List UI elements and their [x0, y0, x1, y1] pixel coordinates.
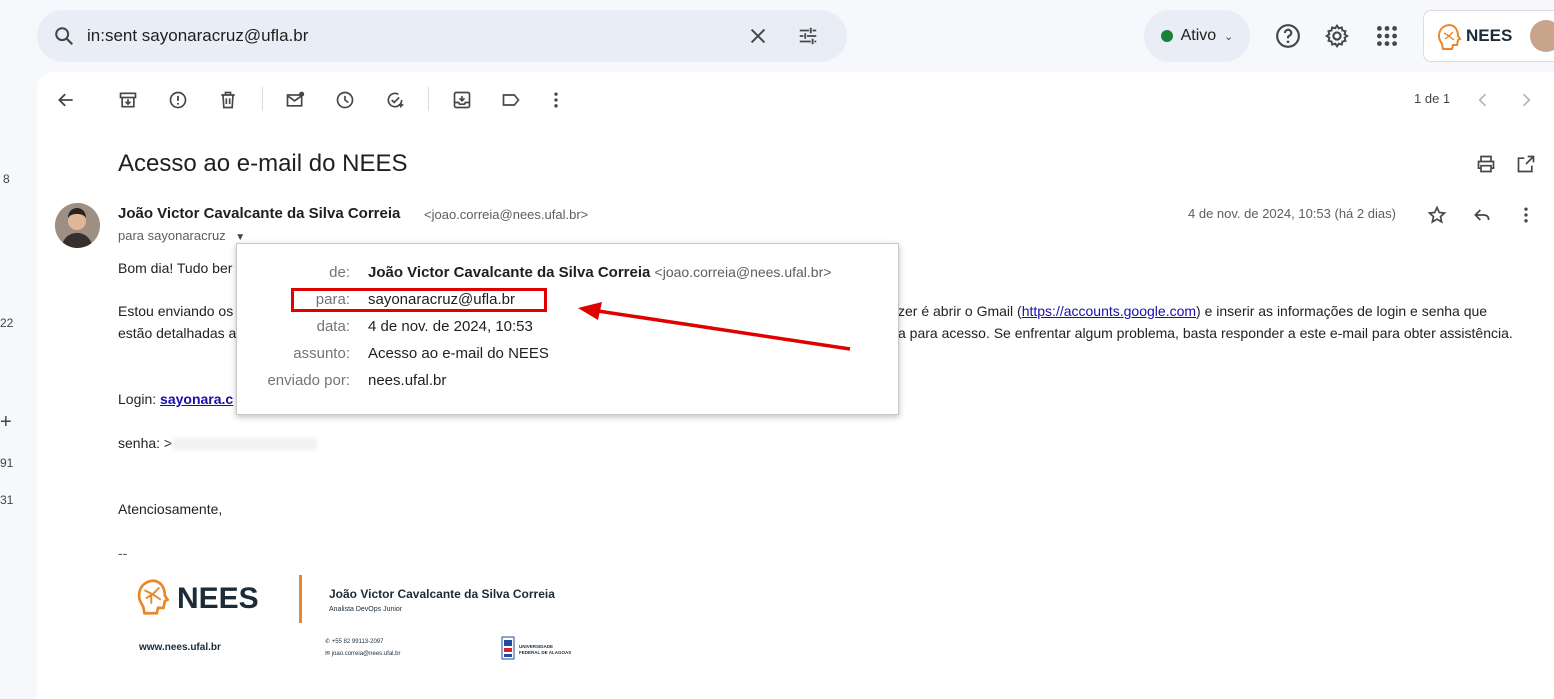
report-spam-icon[interactable] [168, 90, 188, 110]
from-value: João Victor Cavalcante da Silva Correia … [368, 264, 831, 281]
clear-search-icon[interactable] [747, 25, 769, 47]
person-photo-icon [55, 203, 100, 248]
nees-brain-logo-icon [137, 579, 170, 615]
login-email-link[interactable]: sayonara.c [160, 391, 233, 407]
body-text-segment: zer é abrir o Gmail ( [898, 303, 1022, 319]
signature-separator: -- [118, 545, 128, 561]
password-redacted [172, 438, 318, 451]
message-more-vert-icon[interactable] [1516, 205, 1536, 225]
mark-unread-icon[interactable] [285, 90, 305, 110]
from-label: de: [329, 264, 350, 281]
older-chevron-right-icon[interactable] [1516, 90, 1536, 110]
back-arrow-icon[interactable] [56, 90, 76, 110]
status-dropdown[interactable]: Ativo ⌄ [1144, 10, 1250, 62]
left-rail-count: 31 [0, 493, 14, 507]
google-accounts-link[interactable]: https://accounts.google.com [1022, 303, 1196, 319]
signature-name: João Victor Cavalcante da Silva Correia [329, 587, 555, 601]
sent-by-label: enviado por: [267, 372, 350, 389]
ufal-crest-icon [501, 636, 515, 660]
nees-logo-icon [1437, 24, 1462, 50]
more-vert-icon[interactable] [546, 90, 566, 110]
login-label: Login: [118, 391, 161, 407]
print-icon[interactable] [1476, 154, 1496, 174]
body-paragraph-line1-end: zer é abrir o Gmail (https://accounts.go… [898, 303, 1487, 319]
annotation-highlight-box [291, 288, 547, 312]
signature-role: Analista DevOps Junior [329, 606, 403, 613]
status-dot-icon [1160, 30, 1173, 42]
archive-icon[interactable] [118, 90, 138, 110]
left-rail-count: 8 [3, 172, 10, 186]
avatar[interactable] [1530, 20, 1554, 52]
sent-by-value: nees.ufal.br [368, 372, 447, 389]
status-label: Ativo [1180, 27, 1217, 44]
add-to-tasks-icon[interactable] [385, 90, 405, 110]
search-options-icon[interactable] [797, 25, 819, 47]
ufal-name: UNIVERSIDADE FEDERAL DE ALAGOAS [519, 644, 571, 656]
signature-website: www.nees.ufal.br [139, 642, 221, 653]
from-name: João Victor Cavalcante da Silva Correia [368, 264, 651, 281]
email-date: 4 de nov. de 2024, 10:53 (há 2 dias) [1188, 206, 1396, 221]
move-to-icon[interactable] [452, 90, 472, 110]
plus-icon[interactable]: + [0, 411, 12, 434]
label-tag-icon[interactable] [501, 90, 521, 110]
email-subject: Acesso ao e-mail do NEES [118, 150, 408, 177]
signature-phone: ✆ +55 82 99113-2097 [325, 639, 384, 645]
pagination-text: 1 de 1 [1414, 91, 1451, 106]
date-label: data: [316, 318, 350, 335]
subject-value: Acesso ao e-mail do NEES [368, 345, 549, 362]
login-line: Login: sayonara.c [118, 391, 233, 407]
signature-email: ✉ joao.correia@nees.ufal.br [325, 651, 401, 657]
star-icon[interactable] [1427, 205, 1447, 225]
newer-chevron-left-icon[interactable] [1473, 90, 1493, 110]
settings-gear-icon[interactable] [1324, 23, 1350, 49]
body-closing: Atenciosamente, [118, 501, 223, 517]
show-details-dropdown-icon[interactable]: ▼ [235, 232, 245, 243]
search-bar[interactable]: in:sent sayonaracruz@ufla.br [37, 10, 847, 62]
chevron-down-icon: ⌄ [1224, 30, 1234, 43]
recipient-line[interactable]: para sayonaracruz ▼ [118, 228, 245, 243]
apps-grid-icon[interactable] [1374, 23, 1400, 49]
help-icon[interactable] [1275, 23, 1301, 49]
sender-name[interactable]: João Victor Cavalcante da Silva Correia [118, 205, 400, 222]
open-new-window-icon[interactable] [1516, 154, 1536, 174]
search-input[interactable]: in:sent sayonaracruz@ufla.br [87, 26, 747, 46]
reply-icon[interactable] [1472, 205, 1492, 225]
signature-phone-number: +55 82 99113-2097 [331, 639, 384, 645]
date-value: 4 de nov. de 2024, 10:53 [368, 318, 533, 335]
org-logo-text: NEES [1466, 26, 1513, 45]
left-rail-count: 22 [0, 316, 14, 330]
annotation-red-arrow-icon [578, 302, 851, 351]
snooze-clock-icon[interactable] [335, 90, 355, 110]
search-icon[interactable] [53, 25, 75, 47]
delete-trash-icon[interactable] [218, 90, 238, 110]
toolbar-divider [428, 87, 429, 111]
sender-avatar[interactable] [55, 203, 100, 248]
account-switcher[interactable]: NEES [1423, 10, 1554, 62]
ufal-name-line2: FEDERAL DE ALAGOAS [519, 650, 572, 655]
sender-email: <joao.correia@nees.ufal.br> [424, 207, 589, 222]
body-text-segment: ) e inserir as informações de login e se… [1196, 303, 1488, 319]
left-rail-count: 91 [0, 456, 14, 470]
body-greeting: Bom dia! Tudo ber [118, 260, 233, 276]
body-paragraph-line2-end: a para acesso. Se enfrentar algum proble… [898, 325, 1513, 341]
subject-label: assunto: [293, 345, 350, 362]
from-email: <joao.correia@nees.ufal.br> [654, 264, 832, 280]
body-paragraph-start: Estou enviando os [118, 303, 234, 319]
body-paragraph-line2-start: estão detalhadas a [118, 325, 237, 341]
toolbar-divider [262, 87, 263, 111]
password-line: senha: > [118, 435, 318, 451]
signature-logo-text: NEES [177, 582, 259, 615]
password-label: senha: > [118, 435, 173, 451]
signature-email-address: joao.correia@nees.ufal.br [331, 651, 401, 657]
recipient-text: para sayonaracruz [118, 228, 226, 243]
signature-divider [299, 575, 302, 623]
